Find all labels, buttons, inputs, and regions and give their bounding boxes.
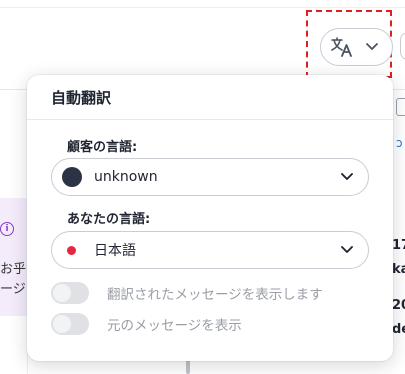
- info-icon: i: [0, 222, 14, 236]
- your-language-select[interactable]: 日本語: [51, 231, 369, 269]
- customer-language-value: unknown: [94, 169, 158, 185]
- customer-language-select[interactable]: unknown: [51, 158, 369, 196]
- translate-icon: [331, 37, 353, 57]
- toggle-knob: [53, 315, 71, 333]
- auto-translate-panel: 自動翻訳 顧客の言語: unknown あなたの言語: 日本語 翻訳されたメッセ…: [27, 75, 393, 361]
- right-toolbar-icon[interactable]: [396, 98, 405, 116]
- show-translated-toggle[interactable]: [51, 282, 89, 304]
- toggle-row-translated[interactable]: 翻訳されたメッセージを表示します: [51, 282, 323, 304]
- right-text-3: 20: [392, 298, 405, 313]
- right-text-2: ka: [392, 262, 405, 277]
- toggle-row-original[interactable]: 元のメッセージを表示: [51, 313, 242, 335]
- chevron-down-icon: [365, 42, 379, 52]
- chevron-down-icon: [341, 246, 353, 253]
- toggle-knob: [53, 284, 71, 302]
- adjacent-button[interactable]: [400, 32, 405, 60]
- card-text-line-1: お乎: [0, 262, 27, 277]
- panel-title: 自動翻訳: [27, 75, 393, 120]
- top-strip: [0, 0, 405, 8]
- right-link[interactable]: ɔ: [396, 136, 403, 150]
- your-language-value: 日本語: [94, 243, 136, 259]
- chevron-down-icon: [341, 173, 353, 180]
- show-original-toggle[interactable]: [51, 313, 89, 335]
- language-avatar-icon: [62, 167, 82, 187]
- translate-button[interactable]: [320, 28, 393, 66]
- right-text-1: 17: [392, 238, 405, 253]
- your-language-label: あなたの言語:: [67, 212, 151, 227]
- show-original-label: 元のメッセージを表示: [107, 318, 242, 334]
- show-translated-label: 翻訳されたメッセージを表示します: [107, 287, 323, 303]
- customer-language-label: 顧客の言語:: [67, 140, 138, 155]
- flag-dot-icon: [67, 245, 76, 255]
- card-text-line-2: ージ: [0, 282, 26, 297]
- right-text-4: de: [392, 322, 405, 337]
